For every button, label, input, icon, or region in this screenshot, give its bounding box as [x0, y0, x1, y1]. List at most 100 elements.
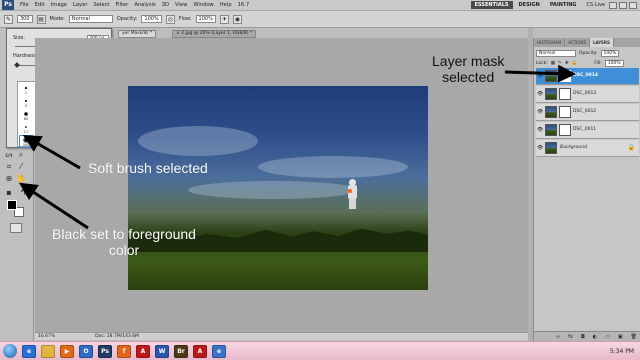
- firefox-taskbar-icon[interactable]: f: [117, 344, 131, 358]
- close-icon[interactable]: [629, 1, 637, 9]
- menu-image[interactable]: Image: [48, 2, 70, 8]
- visibility-eye-icon[interactable]: 👁: [537, 73, 543, 79]
- quick-select-tool-icon[interactable]: ⌕: [16, 150, 26, 160]
- workspace-painting[interactable]: PAINTING: [546, 1, 581, 9]
- photoshop-taskbar-icon[interactable]: Ps: [98, 344, 112, 358]
- adjustment-layer-icon[interactable]: ◐: [593, 334, 597, 340]
- brush-panel-toggle-icon[interactable]: ▤: [36, 14, 46, 24]
- layer-name[interactable]: DSC_0013: [573, 91, 596, 96]
- layer-name[interactable]: Background: [560, 145, 587, 150]
- visibility-eye-icon[interactable]: 👁: [537, 145, 543, 151]
- layer-thumbnail[interactable]: [545, 106, 557, 118]
- document-photo[interactable]: [128, 86, 428, 290]
- taskbar-clock[interactable]: 5:34 PM: [610, 348, 634, 355]
- brush-preset[interactable]: 17: [20, 123, 32, 134]
- document-tab-active[interactable]: yer Mask/8) *: [118, 30, 157, 38]
- word-taskbar-icon[interactable]: W: [155, 344, 169, 358]
- brush-size-preset[interactable]: 300: [17, 15, 33, 23]
- layer-mask-thumbnail[interactable]: [559, 88, 571, 100]
- brush-preset-selected[interactable]: 300: [19, 135, 33, 148]
- lock-transparency-icon[interactable]: ▦: [551, 61, 555, 66]
- layer-row[interactable]: 👁 DSC_0012: [536, 104, 639, 121]
- lasso-tool-icon[interactable]: ᔕ: [4, 150, 14, 160]
- media-taskbar-icon[interactable]: ▶: [60, 344, 74, 358]
- blend-mode-select[interactable]: Normal: [536, 49, 576, 57]
- swap-colors-icon[interactable]: ↰: [18, 188, 28, 198]
- layer-row[interactable]: 👁 DSC_0014: [536, 68, 639, 85]
- flow-input[interactable]: 100%: [195, 15, 216, 23]
- tab-histogram[interactable]: HISTOGRAM: [534, 38, 566, 47]
- zoom-tool-icon[interactable]: ⊕: [4, 174, 14, 184]
- menu-3d[interactable]: 3D: [159, 2, 172, 8]
- visibility-eye-icon[interactable]: 👁: [537, 127, 543, 133]
- quick-mask-button[interactable]: [10, 223, 22, 233]
- layer-thumbnail[interactable]: [545, 88, 557, 100]
- add-mask-icon[interactable]: ◘: [581, 334, 585, 340]
- start-button[interactable]: [3, 344, 17, 358]
- menu-view[interactable]: View: [172, 2, 190, 8]
- brush-preset[interactable]: 65: [20, 110, 32, 121]
- visibility-eye-icon[interactable]: 👁: [537, 109, 543, 115]
- maximize-icon[interactable]: [619, 1, 627, 9]
- layer-mask-thumbnail[interactable]: [559, 70, 571, 82]
- crop-tool-icon[interactable]: ⌗: [4, 162, 14, 172]
- new-layer-icon[interactable]: ▣: [618, 334, 623, 340]
- default-colors-icon[interactable]: ▪: [4, 188, 14, 198]
- folder-taskbar-icon[interactable]: [41, 344, 55, 358]
- menu-select[interactable]: Select: [90, 2, 112, 8]
- airbrush-icon[interactable]: ✈: [219, 14, 229, 24]
- link-layers-icon[interactable]: ∞: [556, 334, 560, 340]
- menu-file[interactable]: File: [17, 2, 32, 8]
- pressure-size-icon[interactable]: ◉: [232, 14, 242, 24]
- menu-help[interactable]: Help: [217, 2, 235, 8]
- brush-preset[interactable]: 9: [20, 97, 32, 108]
- pressure-opacity-icon[interactable]: ◎: [165, 14, 175, 24]
- layer-style-icon[interactable]: fx: [568, 334, 573, 340]
- layer-thumbnail[interactable]: [545, 142, 557, 154]
- hardness-slider-thumb[interactable]: [14, 62, 20, 68]
- cs-live-button[interactable]: CS Live: [587, 2, 605, 8]
- lock-position-icon[interactable]: ✥: [565, 61, 569, 66]
- acrobat-taskbar-icon[interactable]: A: [136, 344, 150, 358]
- opacity-input[interactable]: 100%: [141, 15, 162, 23]
- fill-input[interactable]: 100%: [604, 59, 624, 67]
- layer-row[interactable]: 👁 Background 🔒: [536, 140, 639, 157]
- menu-edit[interactable]: Edit: [32, 2, 48, 8]
- visibility-eye-icon[interactable]: 👁: [537, 91, 543, 97]
- layer-name[interactable]: DSC_0014: [573, 73, 598, 78]
- outlook-taskbar-icon[interactable]: O: [79, 344, 93, 358]
- menu-layer[interactable]: Layer: [70, 2, 90, 8]
- brush-tool-icon[interactable]: ✎: [4, 14, 13, 24]
- menu-filter[interactable]: Filter: [112, 2, 131, 8]
- zoom-readout[interactable]: 16.7: [235, 2, 253, 8]
- workspace-essentials[interactable]: ESSENTIALS: [470, 1, 513, 9]
- status-zoom[interactable]: 16.67%: [38, 333, 55, 340]
- layer-mask-thumbnail[interactable]: [559, 106, 571, 118]
- layer-thumbnail[interactable]: [545, 70, 557, 82]
- workspace-design[interactable]: DESIGN: [515, 1, 544, 9]
- layer-row[interactable]: 👁 DSC_0011: [536, 122, 639, 139]
- menu-window[interactable]: Window: [190, 2, 216, 8]
- tab-actions[interactable]: ACTIONS: [565, 38, 590, 47]
- mode-select[interactable]: Normal: [68, 15, 113, 23]
- layer-name[interactable]: DSC_0011: [573, 127, 596, 132]
- foreground-color-swatch[interactable]: [7, 200, 17, 210]
- lock-all-icon[interactable]: 🔒: [572, 61, 578, 66]
- new-group-icon[interactable]: ▭: [605, 334, 610, 340]
- layer-row[interactable]: 👁 DSC_0013: [536, 86, 639, 103]
- layer-thumbnail[interactable]: [545, 124, 557, 136]
- trash-icon[interactable]: 🗑: [631, 334, 637, 340]
- tab-layers[interactable]: LAYERS: [590, 38, 614, 47]
- layer-name[interactable]: DSC_0012: [573, 109, 596, 114]
- bridge-taskbar-icon[interactable]: Br: [174, 344, 188, 358]
- document-tab-2[interactable]: × 2.jpg @ 26% (Layer 1, RGB/8) *: [172, 30, 257, 38]
- hand-tool-icon[interactable]: ✋: [16, 174, 26, 184]
- menu-analysis[interactable]: Analysis: [131, 2, 158, 8]
- brush-preset[interactable]: 1: [20, 84, 32, 95]
- minimize-icon[interactable]: [609, 1, 617, 9]
- lock-pixels-icon[interactable]: ✎: [558, 61, 562, 66]
- layer-mask-thumbnail[interactable]: [559, 124, 571, 136]
- app-red-taskbar-icon[interactable]: A: [193, 344, 207, 358]
- app-blue-taskbar-icon[interactable]: e: [212, 344, 226, 358]
- layer-opacity-input[interactable]: 100%: [600, 49, 620, 57]
